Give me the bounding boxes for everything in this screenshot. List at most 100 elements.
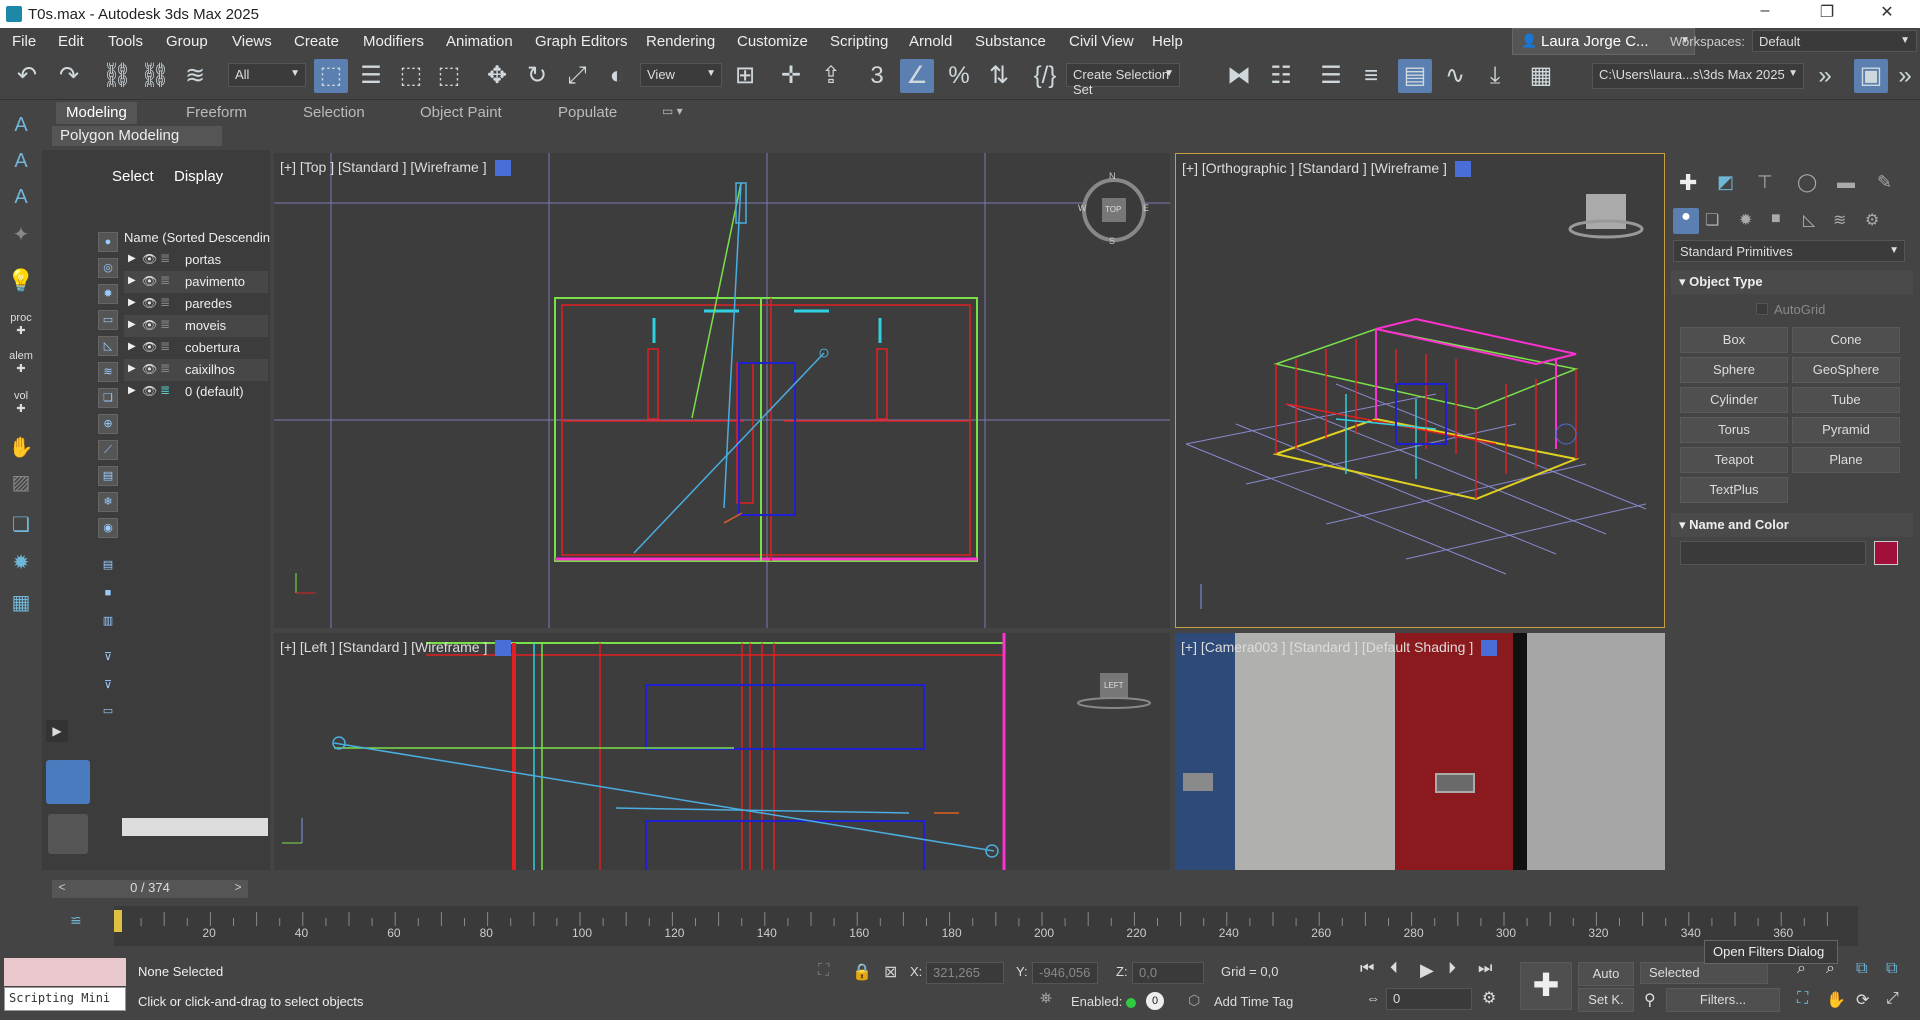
menu-create[interactable]: Create <box>294 33 339 50</box>
plane-button[interactable]: Plane <box>1792 447 1900 473</box>
viewcube-left-label[interactable]: LEFT <box>1104 681 1124 690</box>
menu-customize[interactable]: Customize <box>737 33 808 50</box>
object-type-rollout[interactable]: ▾ Object Type <box>1671 270 1913 294</box>
menu-tools[interactable]: Tools <box>108 33 143 50</box>
pan-view-icon[interactable]: ✋ <box>1826 990 1846 1010</box>
filter-xrefs-icon[interactable]: ⊕ <box>98 414 118 434</box>
layer-row[interactable]: ▶ 👁 ≣ moveis <box>124 315 268 337</box>
ribbon-options-icon[interactable]: ▭ ▾ <box>652 102 693 124</box>
eye-icon[interactable]: 👁 <box>142 252 157 266</box>
text-tools-icon[interactable]: A <box>6 186 36 216</box>
proc-tool-icon[interactable]: proc ✚ <box>6 312 36 342</box>
project-folder-dropdown[interactable]: C:\Users\laura...s\3ds Max 2025 <box>1592 63 1804 89</box>
tab-selection[interactable]: Selection <box>293 102 375 124</box>
display-tab-icon[interactable]: ▬ <box>1837 172 1855 193</box>
time-configuration-icon[interactable]: ⚙ <box>1482 988 1496 1008</box>
layer-row[interactable]: ▶ 👁 ≣ paredes <box>124 293 268 315</box>
rotate-icon[interactable]: ↻ <box>520 59 554 93</box>
save-icon[interactable]: ▣ <box>1854 59 1888 93</box>
filter-containers-icon[interactable]: ▤ <box>98 466 118 486</box>
zoom-extents-all-icon[interactable]: ⧉ <box>1886 960 1897 978</box>
toggle-ribbon-icon[interactable]: ▤ <box>1398 59 1432 93</box>
restore-icon[interactable]: ❐ <box>1804 2 1850 26</box>
geometry-icon[interactable]: ● <box>1673 208 1699 234</box>
select-object-icon[interactable]: ⬚ <box>314 59 348 93</box>
overflow-icon[interactable]: » <box>1888 59 1920 93</box>
key-tangent-icon[interactable]: ⚲ <box>1644 990 1656 1010</box>
menu-views[interactable]: Views <box>232 33 272 50</box>
select-by-name-icon[interactable]: ☰ <box>354 59 388 93</box>
time-slider-right-icon[interactable]: > <box>228 880 248 898</box>
hierarchy-tab-icon[interactable]: ⊤ <box>1757 172 1773 193</box>
viewport-ortho-label[interactable]: [+] [Orthographic ] [Standard ] [Wirefra… <box>1182 160 1471 178</box>
menu-group[interactable]: Group <box>166 33 208 50</box>
systems-icon[interactable]: ⚙ <box>1865 210 1879 230</box>
filter-lights-icon[interactable]: ✹ <box>98 284 118 304</box>
eye-icon[interactable]: 👁 <box>142 274 157 288</box>
modify-tab-icon[interactable]: ◩ <box>1717 172 1734 193</box>
curve-editor-toggle-icon[interactable]: ≌ <box>70 912 82 929</box>
menu-graph-editors[interactable]: Graph Editors <box>535 33 628 50</box>
schematic-view-icon[interactable]: ⤓ <box>1478 59 1512 93</box>
filter-bones-icon[interactable]: ⟋ <box>98 440 118 460</box>
viewport-top[interactable]: [+] [Top ] [Standard ] [Wireframe ] N S … <box>274 153 1170 628</box>
rectangular-selection-icon[interactable]: ⬚ <box>394 59 428 93</box>
folder-icon[interactable]: ▭ <box>98 702 118 722</box>
viewport-layout-4-icon[interactable] <box>46 760 90 804</box>
play-animation-icon[interactable]: ▶ <box>1420 960 1434 981</box>
menu-civil-view[interactable]: Civil View <box>1069 33 1134 50</box>
next-frame-icon[interactable]: ⏵ <box>1448 960 1456 978</box>
bind-space-warp-icon[interactable]: ≋ <box>178 59 212 93</box>
eye-icon[interactable]: 👁 <box>142 384 157 398</box>
viewport-camera-label[interactable]: [+] [Camera003 ] [Standard ] [Default Sh… <box>1181 639 1498 657</box>
menu-file[interactable]: File <box>12 33 36 50</box>
menu-rendering[interactable]: Rendering <box>646 33 715 50</box>
field-of-view-icon[interactable]: ⛶ <box>1797 990 1808 1008</box>
maxscript-listener-output[interactable] <box>4 958 126 986</box>
sphere-button[interactable]: Sphere <box>1680 357 1788 383</box>
filter-geometry-icon[interactable]: ● <box>98 232 118 252</box>
eye-icon[interactable]: 👁 <box>142 340 157 354</box>
menu-substance[interactable]: Substance <box>975 33 1046 50</box>
current-frame-field[interactable]: 0 <box>1386 988 1472 1010</box>
undo-icon[interactable]: ↶ <box>10 59 44 93</box>
named-selection-set-dropdown[interactable]: Create Selection Set <box>1066 63 1180 97</box>
object-color-swatch[interactable] <box>1874 541 1898 565</box>
toggle-layer-explorer-icon[interactable]: ≡ <box>1354 59 1388 93</box>
scale-icon[interactable]: ⤢ <box>560 59 594 93</box>
cylinder-button[interactable]: Cylinder <box>1680 387 1788 413</box>
expand-toolbar-icon[interactable]: » <box>1808 59 1842 93</box>
viewport-left-label[interactable]: [+] [Left ] [Standard ] [Wireframe ] <box>280 639 512 657</box>
explorer-tab-select[interactable]: Select <box>112 168 154 185</box>
menu-scripting[interactable]: Scripting <box>830 33 888 50</box>
select-manipulate-icon[interactable]: ✛ <box>774 59 808 93</box>
viewport-camera[interactable]: [+] [Camera003 ] [Standard ] [Default Sh… <box>1175 633 1665 873</box>
user-account[interactable]: 👤 Laura Jorge C... ▼ <box>1512 28 1695 55</box>
window-crossing-icon[interactable]: ⬚ <box>432 59 466 93</box>
minimize-icon[interactable]: – <box>1742 2 1788 26</box>
add-time-tag-button[interactable]: Add Time Tag <box>1214 994 1293 1009</box>
filter-none-icon[interactable]: ▥ <box>98 612 118 632</box>
spinner-snap-icon[interactable]: ⇅ <box>982 59 1016 93</box>
explorer-scrollbar[interactable] <box>122 818 268 836</box>
viewport-layout-1-icon[interactable] <box>48 814 88 854</box>
create-text-icon[interactable]: A <box>6 114 36 144</box>
filter-groups-icon[interactable]: ❏ <box>98 388 118 408</box>
spacewarps-icon[interactable]: ≋ <box>1833 210 1846 230</box>
layer-row[interactable]: ▶ 👁 ≣ portas <box>124 249 268 271</box>
tab-populate[interactable]: Populate <box>548 102 627 124</box>
eye-icon[interactable]: 👁 <box>142 318 157 332</box>
viewport-orthographic[interactable]: [+] [Orthographic ] [Standard ] [Wirefra… <box>1175 153 1665 628</box>
brush-icon[interactable]: ✋ <box>6 435 36 465</box>
curve-editor-icon[interactable]: ∿ <box>1438 59 1472 93</box>
time-tag-icon[interactable]: ⬡ <box>1188 992 1200 1009</box>
set-key-big-icon[interactable]: ✚ <box>1520 962 1572 1010</box>
set-key-button[interactable]: Set K. <box>1578 988 1634 1012</box>
eye-icon[interactable]: 👁 <box>142 362 157 376</box>
tab-object-paint[interactable]: Object Paint <box>410 102 512 124</box>
toggle-scene-explorer-icon[interactable]: ☰ <box>1314 59 1348 93</box>
time-slider-left-icon[interactable]: < <box>52 880 72 898</box>
selection-lock-icon[interactable]: 🔒 <box>852 962 872 982</box>
adaptive-degradation-icon[interactable]: ⛯ <box>1040 990 1052 1007</box>
helpers-icon[interactable]: ◺ <box>1803 210 1815 230</box>
